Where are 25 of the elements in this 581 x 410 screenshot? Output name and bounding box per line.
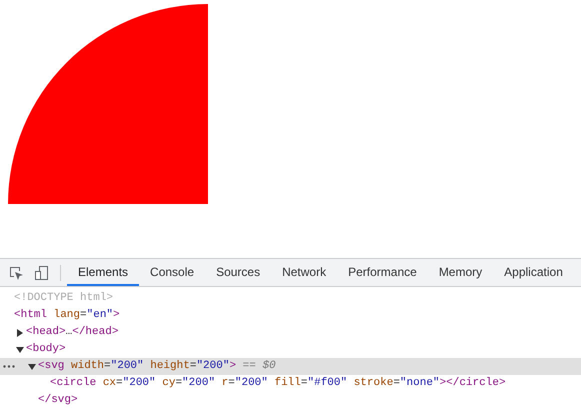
code-line: <circle cx="200" cy="200" r="200" fill="#f00" stroke="none"></circle> xyxy=(50,376,506,391)
panel-tab[interactable]: Elements xyxy=(67,259,140,286)
more-icon[interactable] xyxy=(3,365,15,368)
panel-tab[interactable]: Memory xyxy=(428,259,494,286)
code-line: </svg> xyxy=(38,393,78,408)
triangle-down-icon[interactable] xyxy=(16,346,24,354)
dom-node-row[interactable]: <head>…</head> xyxy=(0,324,581,341)
device-toggle-icon[interactable] xyxy=(34,264,50,280)
panel-tab[interactable]: Sources xyxy=(205,259,272,286)
dom-node-row[interactable]: <circle cx="200" cy="200" r="200" fill="#f00" stroke="none"></circle> xyxy=(0,375,581,392)
panel-tab[interactable]: Console xyxy=(139,259,206,286)
dom-node-row[interactable]: <body> xyxy=(0,341,581,358)
code-line: <html lang="en"> xyxy=(14,308,120,323)
dom-node-row[interactable]: <svg width="200" height="200"> == $0 xyxy=(0,358,581,375)
inspect-icon[interactable] xyxy=(8,264,24,280)
dom-node-row[interactable]: <html lang="en"> xyxy=(0,307,581,324)
code-line: <head>…</head> xyxy=(26,325,118,340)
triangle-down-icon[interactable] xyxy=(28,362,36,370)
panel-tab[interactable]: Network xyxy=(271,259,338,286)
code-line: <svg width="200" height="200"> == $0 xyxy=(38,359,276,374)
panel-tab[interactable]: Application xyxy=(493,259,574,286)
code-line: <!DOCTYPE html> xyxy=(14,291,114,306)
code-line: <body> xyxy=(26,342,66,357)
panel-tab[interactable]: Performance xyxy=(337,259,428,286)
triangle-right-icon[interactable] xyxy=(16,328,24,336)
